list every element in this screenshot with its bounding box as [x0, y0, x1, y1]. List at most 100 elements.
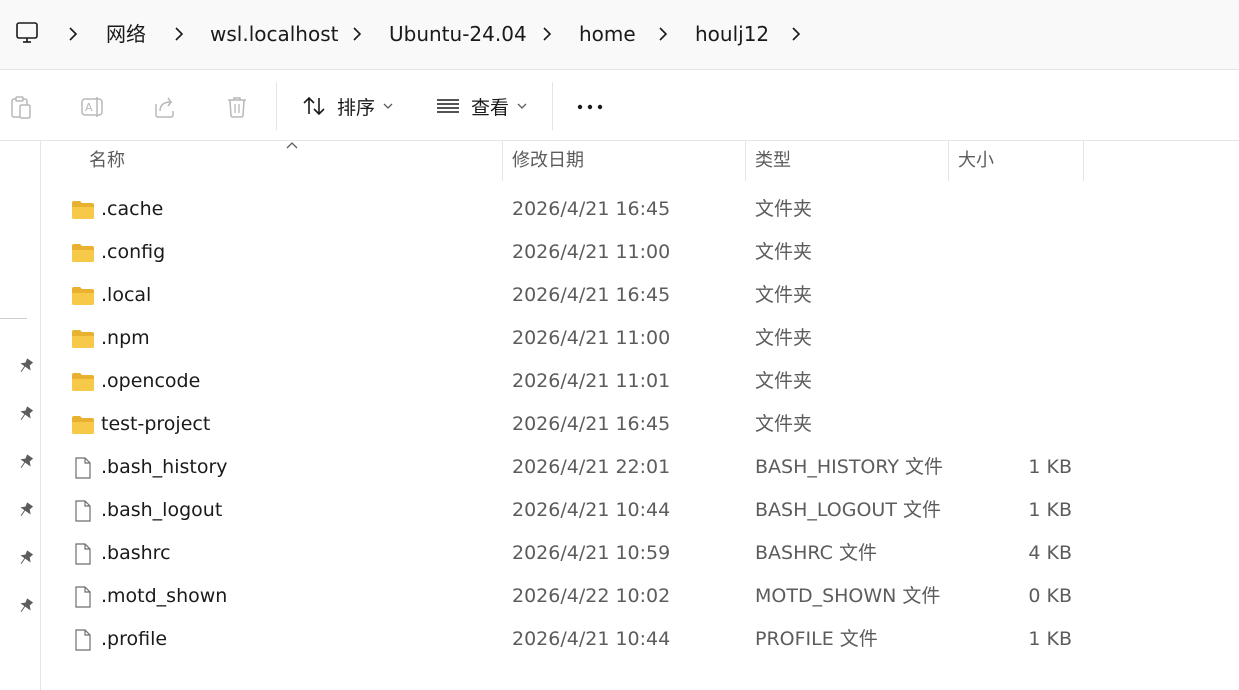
file-name: .bash_history	[101, 456, 228, 478]
file-date: 2026/4/21 16:45	[512, 198, 671, 220]
more-icon[interactable]	[574, 94, 606, 120]
pin-icon[interactable]	[17, 406, 33, 422]
file-size	[981, 360, 1072, 403]
command-bar: A 排序 查看	[0, 70, 1239, 141]
folder-icon	[72, 330, 94, 348]
breadcrumb-item[interactable]: houlj12	[695, 20, 769, 48]
list-item[interactable]: .motd_shown 2026/4/22 10:02 MOTD_SHOWN 文…	[41, 575, 1239, 618]
column-divider[interactable]	[1083, 141, 1084, 181]
toolbar-divider	[552, 82, 553, 130]
file-name: .opencode	[101, 370, 201, 392]
file-name: .config	[101, 241, 166, 263]
file-icon	[75, 629, 91, 651]
sort-ascending-indicator-icon	[286, 142, 298, 149]
file-name: .npm	[101, 327, 150, 349]
file-type: BASH_HISTORY 文件	[755, 456, 944, 478]
breadcrumb-item[interactable]: 网络	[106, 20, 146, 48]
file-size: 1 KB	[1028, 499, 1072, 521]
file-size: 1 KB	[1028, 628, 1072, 650]
file-icon	[75, 500, 91, 522]
sort-label: 排序	[337, 96, 376, 119]
column-header-size[interactable]: 大小	[958, 141, 994, 181]
sort-button[interactable]: 排序	[301, 88, 393, 124]
file-date: 2026/4/21 11:00	[512, 327, 671, 349]
file-icon	[75, 457, 91, 479]
column-header-name[interactable]: 名称	[89, 141, 125, 181]
file-date: 2026/4/21 10:44	[512, 499, 671, 521]
list-item[interactable]: .bash_history 2026/4/21 22:01 BASH_HISTO…	[41, 446, 1239, 489]
list-item[interactable]: .profile 2026/4/21 10:44 PROFILE 文件 1 KB	[41, 618, 1239, 661]
pin-icon[interactable]	[17, 550, 33, 566]
pin-icon[interactable]	[17, 598, 33, 614]
file-type: BASH_LOGOUT 文件	[755, 499, 941, 521]
column-header-date[interactable]: 修改日期	[512, 141, 584, 181]
folder-icon	[72, 416, 94, 434]
address-bar[interactable]: 网络 wsl.localhost Ubuntu-24.04 home houlj…	[0, 0, 1239, 70]
file-type: MOTD_SHOWN 文件	[755, 585, 941, 607]
file-date: 2026/4/22 10:02	[512, 585, 671, 607]
view-button[interactable]: 查看	[435, 88, 527, 124]
file-date: 2026/4/21 10:59	[512, 542, 671, 564]
list-item[interactable]: .cache 2026/4/21 16:45 文件夹	[41, 188, 1239, 231]
breadcrumb-item[interactable]: home	[579, 20, 636, 48]
toolbar-divider	[276, 82, 277, 130]
chevron-right-icon[interactable]	[540, 25, 554, 43]
list-item[interactable]: .config 2026/4/21 11:00 文件夹	[41, 231, 1239, 274]
folder-icon	[72, 373, 94, 391]
file-name: .motd_shown	[101, 585, 228, 607]
column-divider[interactable]	[948, 141, 949, 181]
file-size: 0 KB	[1028, 585, 1072, 607]
chevron-right-icon[interactable]	[350, 25, 364, 43]
pin-icon[interactable]	[17, 454, 33, 470]
pin-icon[interactable]	[17, 358, 33, 374]
chevron-right-icon[interactable]	[172, 25, 186, 43]
file-date: 2026/4/21 10:44	[512, 628, 671, 650]
nav-divider	[0, 318, 27, 319]
pin-icon[interactable]	[17, 502, 33, 518]
file-type: 文件夹	[755, 284, 813, 306]
paste-icon[interactable]	[8, 94, 34, 120]
file-icon	[75, 586, 91, 608]
file-type: 文件夹	[755, 198, 813, 220]
folder-icon	[72, 244, 94, 262]
chevron-down-icon	[383, 103, 393, 109]
share-icon[interactable]	[152, 94, 178, 120]
sort-icon	[303, 96, 325, 116]
list-item[interactable]: .opencode 2026/4/21 11:01 文件夹	[41, 360, 1239, 403]
folder-icon	[72, 201, 94, 219]
column-divider[interactable]	[745, 141, 746, 181]
column-header-type[interactable]: 类型	[755, 141, 791, 181]
file-size	[981, 317, 1072, 360]
list-item[interactable]: .bash_logout 2026/4/21 10:44 BASH_LOGOUT…	[41, 489, 1239, 532]
file-size	[981, 231, 1072, 274]
file-size	[981, 403, 1072, 446]
computer-icon[interactable]	[14, 20, 40, 46]
breadcrumb-item[interactable]: Ubuntu-24.04	[389, 20, 527, 48]
file-size	[981, 274, 1072, 317]
column-divider[interactable]	[502, 141, 503, 181]
file-size: 1 KB	[1028, 456, 1072, 478]
list-item[interactable]: test-project 2026/4/21 16:45 文件夹	[41, 403, 1239, 446]
list-item[interactable]: .bashrc 2026/4/21 10:59 BASHRC 文件 4 KB	[41, 532, 1239, 575]
file-type: 文件夹	[755, 241, 813, 263]
rename-icon[interactable]: A	[80, 94, 106, 120]
file-type: 文件夹	[755, 413, 813, 435]
file-icon	[75, 543, 91, 565]
list-item[interactable]: .local 2026/4/21 16:45 文件夹	[41, 274, 1239, 317]
list-item[interactable]: .npm 2026/4/21 11:00 文件夹	[41, 317, 1239, 360]
file-name: .bash_logout	[101, 499, 223, 521]
delete-icon[interactable]	[224, 94, 250, 120]
file-date: 2026/4/21 11:01	[512, 370, 671, 392]
file-date: 2026/4/21 22:01	[512, 456, 671, 478]
chevron-right-icon[interactable]	[656, 25, 670, 43]
chevron-down-icon	[517, 103, 527, 109]
file-name: .local	[101, 284, 152, 306]
breadcrumb-item[interactable]: wsl.localhost	[210, 20, 338, 48]
file-name: .profile	[101, 628, 168, 650]
file-type: 文件夹	[755, 327, 813, 349]
chevron-right-icon[interactable]	[66, 25, 80, 43]
svg-text:A: A	[85, 101, 93, 114]
file-name: .cache	[101, 198, 164, 220]
view-list-icon	[437, 99, 459, 113]
chevron-right-icon[interactable]	[789, 25, 803, 43]
